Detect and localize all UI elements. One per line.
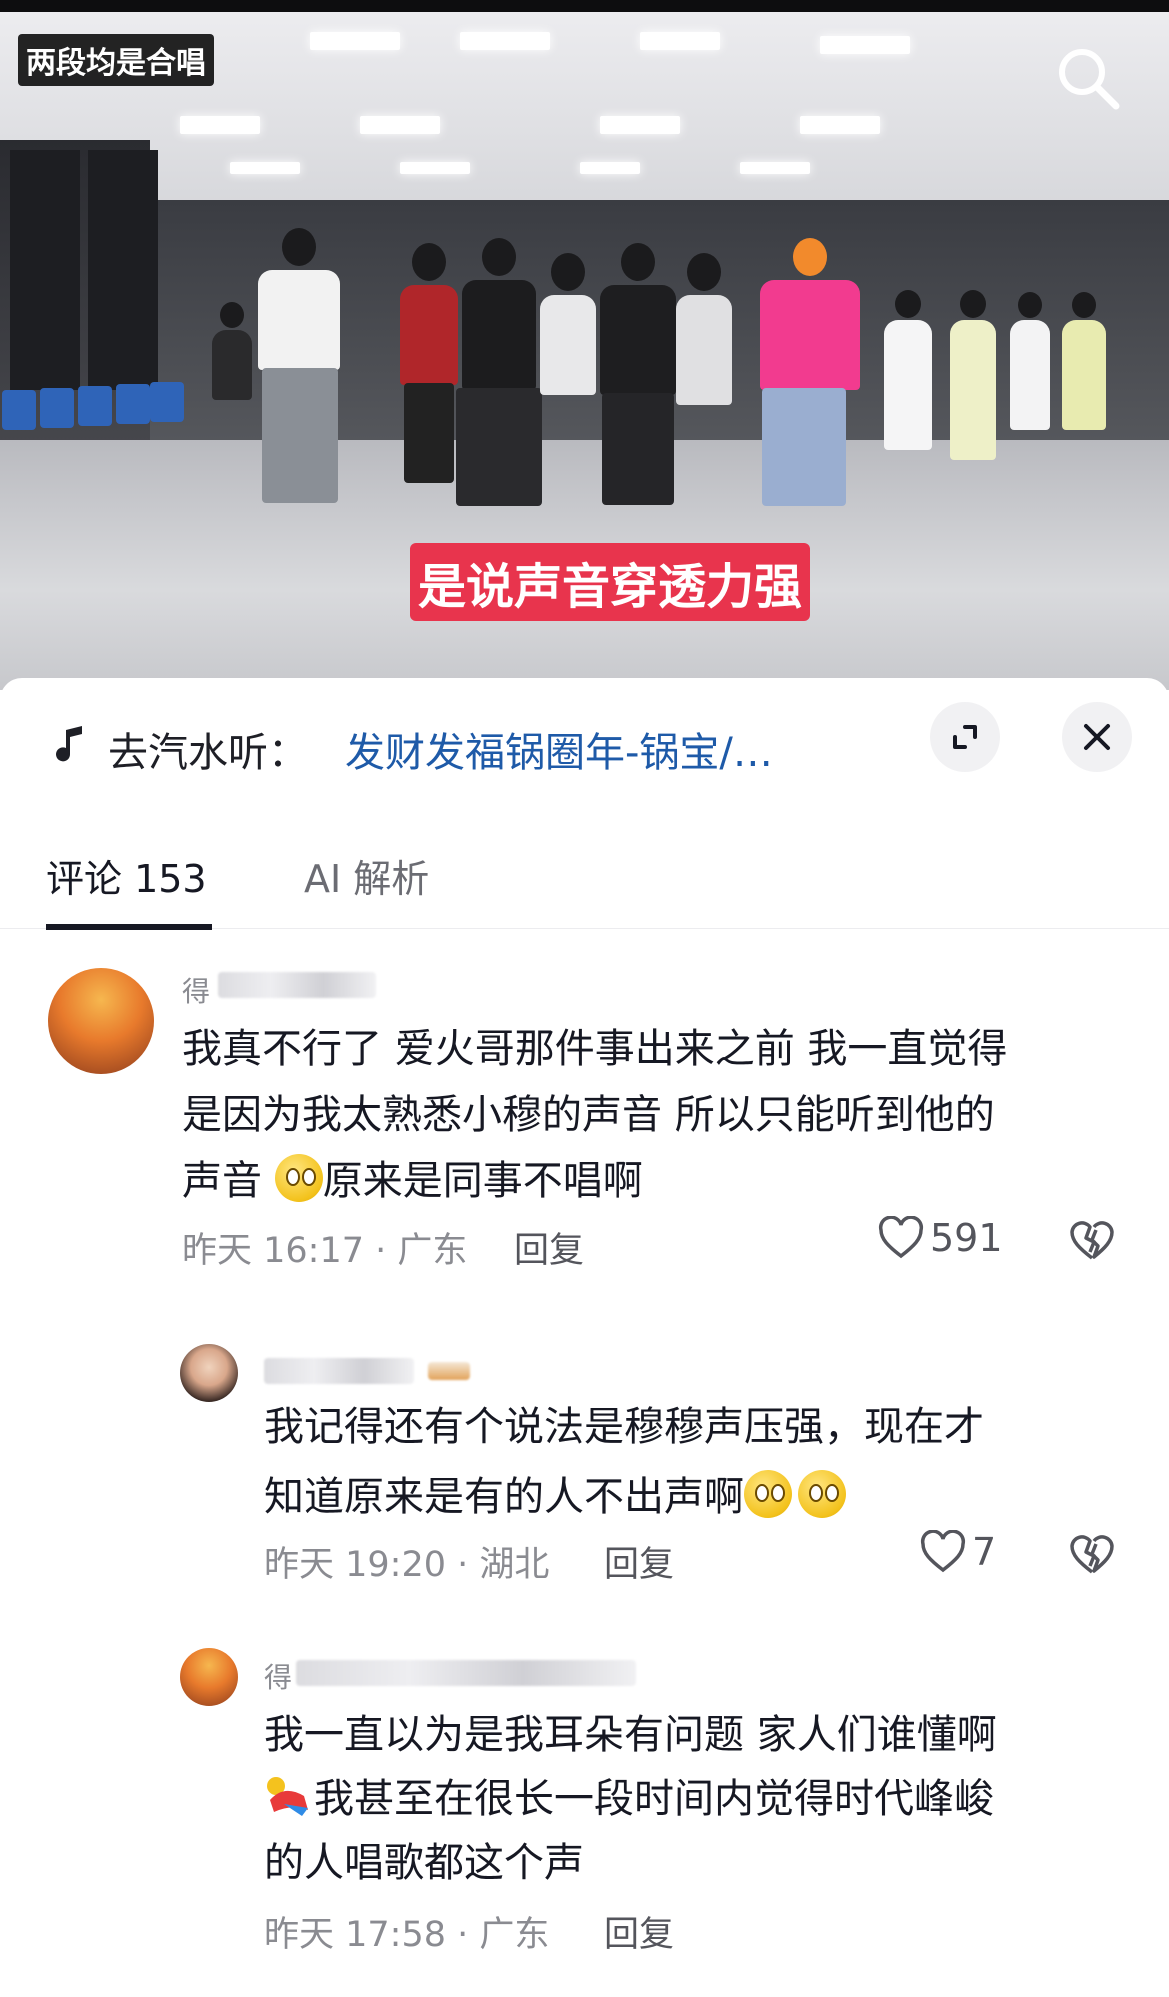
video-player[interactable]: 两段均是合唱 是说声音穿透力强 (0, 0, 1169, 690)
reply-button[interactable]: 回复 (604, 1536, 674, 1587)
dislike-button[interactable] (1068, 1218, 1116, 1266)
close-icon (1084, 724, 1110, 750)
avatar[interactable] (180, 1648, 238, 1706)
comment-text-fragment: 原来是同事不唱啊 (322, 1158, 643, 1204)
status-strip (0, 0, 1169, 12)
dislike-button[interactable] (1068, 1532, 1116, 1580)
broken-heart-icon (1070, 1221, 1114, 1260)
close-button[interactable] (1062, 702, 1132, 772)
search-button[interactable] (1052, 42, 1124, 114)
author-badge-blurred (428, 1362, 470, 1380)
search-icon (1059, 49, 1120, 110)
comment-text-line: 知道原来是有的人不出声啊 (264, 1468, 846, 1526)
like-count: 591 (930, 1216, 1003, 1260)
author-name-blurred[interactable] (264, 1358, 414, 1384)
music-prefix: 去汽水听： (108, 730, 308, 776)
reply-button[interactable]: 回复 (604, 1906, 674, 1957)
like-button[interactable]: 7 (920, 1530, 996, 1574)
expand-button[interactable] (930, 702, 1000, 772)
heart-icon (920, 1530, 966, 1573)
heart-icon (878, 1216, 924, 1259)
video-caption: 是说声音穿透力强 (410, 543, 811, 621)
reply-button[interactable]: 回复 (514, 1222, 584, 1273)
tab-bar: 评论 153 AI 解析 (0, 848, 1169, 930)
comment-meta: 昨天 19:20 · 湖北 (264, 1545, 550, 1585)
smile-emoji-icon (274, 1154, 323, 1202)
music-link[interactable]: 发财发福锅圈年-锅宝/… (345, 720, 773, 778)
expand-icon (953, 725, 977, 749)
smile-emoji-icon (798, 1470, 846, 1518)
comment-text-fragment: 知道原来是有的人不出声啊 (264, 1474, 744, 1520)
tab-ai-analysis[interactable]: AI 解析 (304, 848, 429, 903)
comment-text-line: 我真不行了 爱火哥那件事出来之前 我一直觉得 (182, 1026, 1008, 1072)
comment-text-line: 声音 原来是同事不唱啊 (182, 1152, 643, 1210)
comment-sheet: 去汽水听： 发财发福锅圈年-锅宝/… 评论 153 AI 解析 得 我真不行了 … (0, 678, 1169, 1997)
author-name-blurred[interactable] (296, 1660, 636, 1686)
tab-comments[interactable]: 评论 153 (46, 848, 207, 903)
comment-meta: 昨天 16:17 · 广东 (182, 1231, 468, 1271)
comment-text-line: 是因为我太熟悉小穆的声音 所以只能听到他的 (182, 1092, 995, 1138)
broken-heart-icon (1070, 1535, 1114, 1574)
comment-text-line: 我甚至在很长一段时间内觉得时代峰峻 (264, 1770, 994, 1828)
comment-text-fragment: 声音 (182, 1158, 262, 1204)
music-row: 去汽水听： 发财发福锅圈年-锅宝/… (0, 678, 1169, 818)
like-button[interactable]: 591 (878, 1216, 1003, 1260)
smile-emoji-icon (744, 1470, 792, 1518)
comment-author-initial: 得 (264, 1661, 293, 1694)
avatar[interactable] (48, 968, 154, 1074)
like-count: 7 (972, 1530, 997, 1574)
author-name-blurred[interactable] (218, 972, 376, 998)
comment-meta: 昨天 17:58 · 广东 (264, 1915, 550, 1955)
comment-text-line: 我记得还有个说法是穆穆声压强，现在才 (264, 1404, 984, 1450)
video-title-tag: 两段均是合唱 (18, 34, 214, 86)
avatar[interactable] (180, 1344, 238, 1402)
tab-active-indicator (46, 924, 212, 930)
comment-author-initial: 得 (182, 975, 211, 1008)
cartoon-sticker-icon (264, 1774, 314, 1818)
comment-text-fragment: 我甚至在很长一段时间内觉得时代峰峻 (314, 1776, 994, 1822)
comment-text-line: 我一直以为是我耳朵有问题 家人们谁懂啊 (264, 1712, 997, 1758)
comment-text-line: 的人唱歌都这个声 (264, 1840, 584, 1886)
music-note-icon (56, 726, 82, 762)
